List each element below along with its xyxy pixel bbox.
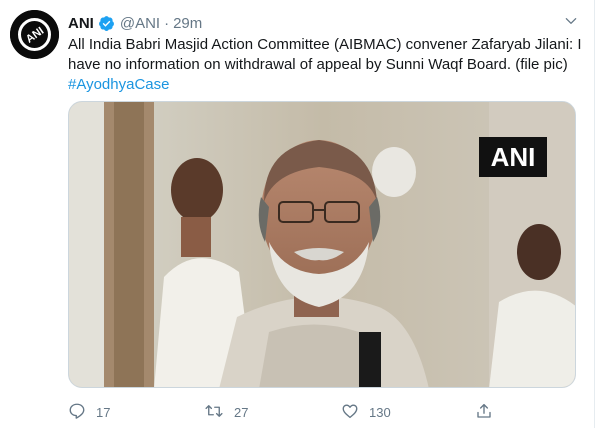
ani-logo: ANI (10, 10, 59, 59)
reply-icon (68, 402, 86, 423)
tweet-media-image[interactable]: ANI (68, 101, 576, 388)
retweet-icon (204, 402, 224, 423)
caret-down-icon[interactable] (562, 12, 580, 30)
author-handle[interactable]: @ANI (120, 15, 160, 32)
hashtag-link[interactable]: #AyodhyaCase (68, 75, 583, 95)
tweet-text-block: All India Babri Masjid Action Committee … (68, 35, 583, 95)
tweet-actions: 17 27 130 (68, 402, 508, 422)
retweet-button[interactable]: 27 (204, 402, 248, 422)
retweet-count: 27 (234, 404, 249, 420)
photo: ANI (69, 102, 575, 387)
like-button[interactable]: 130 (341, 402, 391, 422)
media-watermark: ANI (491, 142, 536, 172)
verified-badge-icon (98, 15, 115, 32)
share-icon (475, 402, 493, 423)
like-icon (341, 402, 359, 423)
tweet-text: All India Babri Masjid Action Committee … (68, 36, 582, 73)
share-button[interactable] (475, 402, 493, 422)
avatar[interactable]: ANI (10, 10, 59, 59)
separator-dot: · (164, 14, 170, 32)
like-count: 130 (369, 404, 391, 420)
tweet[interactable]: ANI ANI @ANI · 29m All India Babri Masji… (0, 0, 595, 428)
tweet-timestamp[interactable]: 29m (173, 15, 202, 32)
reply-button[interactable]: 17 (68, 402, 110, 422)
reply-count: 17 (96, 404, 111, 420)
tweet-header: ANI @ANI · 29m (68, 13, 202, 33)
author-name[interactable]: ANI (68, 15, 94, 32)
